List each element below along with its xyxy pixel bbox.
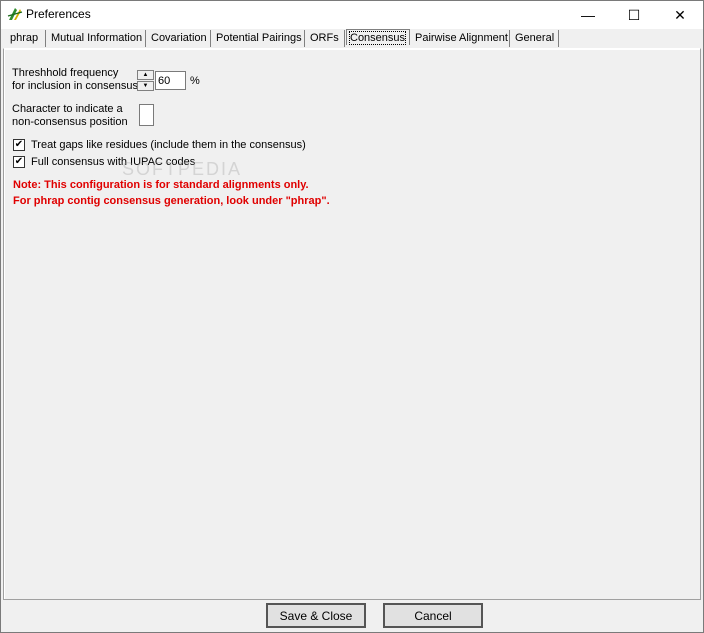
tab-phrap[interactable]: phrap (7, 30, 46, 47)
note-line1: Note: This configuration is for standard… (13, 179, 309, 191)
tab-bar: phrap Mutual Information Covariation Pot… (3, 29, 703, 48)
threshold-label-line1: Threshhold frequency (12, 67, 119, 79)
minimize-button[interactable]: — (565, 1, 611, 29)
checkmark-icon: ✔ (14, 139, 24, 150)
maximize-button[interactable]: ☐ (611, 1, 657, 29)
close-icon: ✕ (674, 6, 686, 23)
spin-down-button[interactable]: ▼ (137, 81, 154, 91)
consensus-panel: Threshhold frequency for inclusion in co… (3, 48, 701, 600)
tab-potential-pairings[interactable]: Potential Pairings (213, 30, 305, 47)
char-label-line1: Character to indicate a (12, 103, 123, 115)
gaps-checkbox-label: Treat gaps like residues (include them i… (31, 139, 306, 151)
tab-mutual-information[interactable]: Mutual Information (48, 30, 146, 47)
maximize-icon: ☐ (627, 6, 641, 23)
tab-consensus[interactable]: Consensus (346, 29, 410, 45)
tab-orfs[interactable]: ORFs (307, 30, 345, 47)
save-close-button[interactable]: Save & Close (266, 603, 366, 628)
threshold-input[interactable] (155, 71, 186, 90)
cancel-button[interactable]: Cancel (383, 603, 483, 628)
close-button[interactable]: ✕ (657, 1, 703, 29)
gaps-checkbox[interactable]: ✔ (13, 139, 25, 151)
window-title: Preferences (26, 7, 91, 21)
note-line2: For phrap contig consensus generation, l… (13, 195, 330, 207)
percent-label: % (190, 75, 200, 87)
tab-general[interactable]: General (512, 30, 559, 47)
tab-covariation[interactable]: Covariation (148, 30, 211, 47)
softpedia-watermark: SOFTPEDIA (122, 159, 243, 179)
minimize-icon: — (581, 7, 595, 23)
title-bar[interactable]: Preferences — ☐ ✕ (1, 1, 703, 29)
tab-pairwise-alignment[interactable]: Pairwise Alignment (412, 30, 510, 47)
app-logo-icon (7, 8, 23, 20)
threshold-label-line2: for inclusion in consensus (12, 80, 138, 92)
spin-up-button[interactable]: ▲ (137, 70, 154, 80)
gaps-checkbox-row[interactable]: ✔ Treat gaps like residues (include them… (13, 138, 306, 152)
checkmark-icon: ✔ (14, 156, 24, 167)
iupac-checkbox[interactable]: ✔ (13, 156, 25, 168)
threshold-spinner: ▲ ▼ (137, 70, 154, 91)
spin-up-icon: ▲ (142, 72, 149, 78)
preferences-window: Preferences — ☐ ✕ phrap Mutual Informati… (0, 0, 704, 633)
char-label-line2: non-consensus position (12, 116, 128, 128)
spin-down-icon: ▼ (142, 83, 149, 89)
non-consensus-char-input[interactable] (139, 104, 154, 126)
